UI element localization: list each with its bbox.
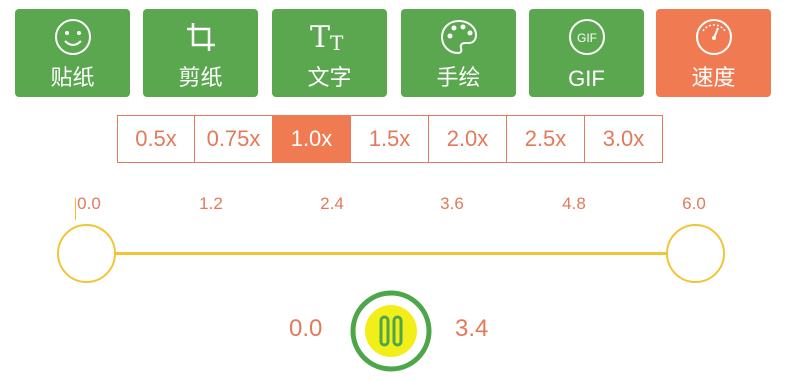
speed-option[interactable]: 0.75x [194, 115, 273, 163]
svg-text:T: T [310, 20, 330, 55]
crop-tool-button[interactable]: 剪纸 [143, 9, 258, 97]
tick-label: 6.0 [682, 194, 706, 213]
pause-icon [350, 290, 432, 372]
svg-text:GIF: GIF [577, 31, 597, 45]
speed-tool-label: 速度 [691, 66, 736, 91]
speed-option[interactable]: 2.5x [506, 115, 585, 163]
speed-option-selected[interactable]: 1.0x [272, 115, 351, 163]
tool-toolbar: 贴纸 剪纸 T T 文字 手绘 GIF GIF 速度 [15, 9, 771, 97]
text-icon: T T [308, 15, 352, 59]
speed-option[interactable]: 2.0x [428, 115, 507, 163]
palette-icon [437, 15, 481, 59]
text-tool-button[interactable]: T T 文字 [272, 9, 387, 97]
sticker-tool-button[interactable]: 贴纸 [15, 9, 130, 97]
timeline-ticks: 0.0 1.2 2.4 3.6 4.8 6.0 [0, 194, 787, 216]
range-slider-track[interactable] [86, 252, 696, 255]
speedometer-icon [692, 15, 736, 59]
speed-option[interactable]: 3.0x [584, 115, 663, 163]
svg-text:T: T [330, 31, 344, 55]
tick-label: 4.8 [562, 194, 586, 213]
sticker-tool-label: 贴纸 [50, 66, 95, 91]
start-time-label: 0.0 [289, 315, 323, 342]
draw-tool-button[interactable]: 手绘 [401, 9, 516, 97]
speed-option[interactable]: 0.5x [117, 115, 195, 163]
draw-tool-label: 手绘 [436, 66, 481, 91]
crop-icon [179, 15, 223, 59]
tick-label: 0.0 [77, 194, 101, 213]
range-start-handle[interactable] [57, 224, 116, 283]
tick-marker [75, 198, 76, 220]
end-time-label: 3.4 [455, 315, 489, 342]
tick-label: 2.4 [320, 194, 344, 213]
speed-selector: 0.5x 0.75x 1.0x 1.5x 2.0x 2.5x 3.0x [117, 115, 663, 163]
text-tool-label: 文字 [307, 66, 352, 91]
tick-label: 1.2 [199, 194, 223, 213]
gif-tool-label: GIF [568, 66, 605, 91]
speed-tool-button[interactable]: 速度 [656, 9, 771, 97]
smiley-icon [51, 15, 95, 59]
pause-button[interactable] [349, 289, 433, 373]
tick-label: 3.6 [440, 194, 464, 213]
speed-option[interactable]: 1.5x [350, 115, 429, 163]
range-end-handle[interactable] [666, 224, 725, 283]
gif-tool-button[interactable]: GIF GIF [529, 9, 644, 97]
gif-icon: GIF [565, 15, 609, 59]
crop-tool-label: 剪纸 [178, 66, 223, 91]
